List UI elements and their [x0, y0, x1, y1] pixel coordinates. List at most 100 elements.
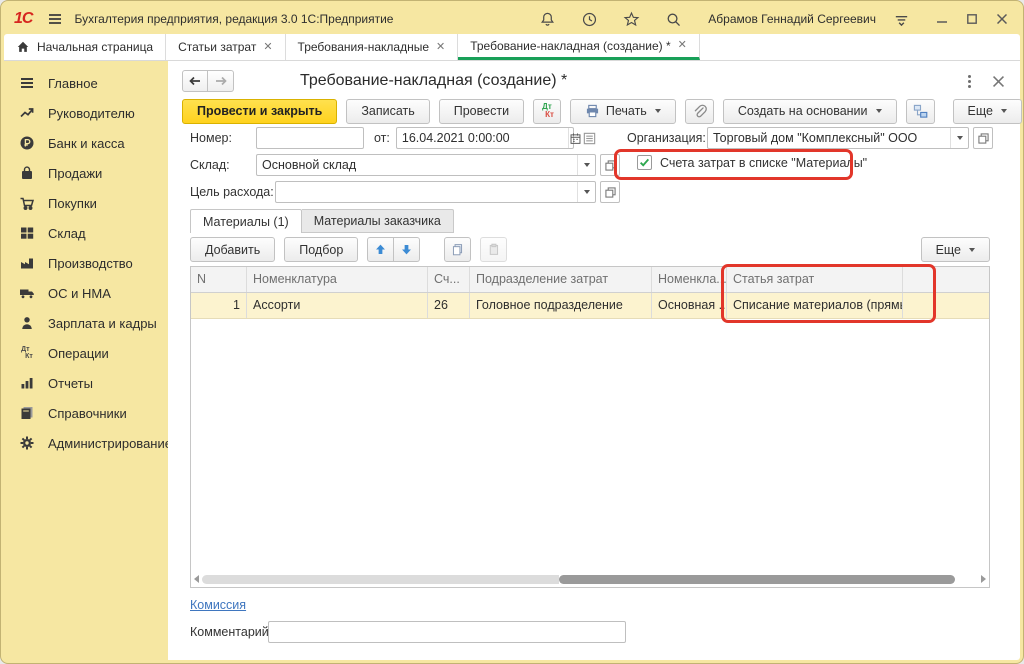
tab-cost-items[interactable]: Статьи затрат ✕ — [166, 34, 285, 60]
col-cost-item: Статья затрат — [727, 267, 903, 292]
tab-customer-materials[interactable]: Материалы заказчика — [302, 209, 454, 233]
copy-rows-button[interactable] — [444, 237, 471, 262]
commission-link[interactable]: Комиссия — [190, 598, 246, 612]
sidebar-item-purchases[interactable]: Покупки — [4, 188, 168, 218]
table-more-button[interactable]: Еще — [921, 237, 990, 262]
chevron-down-icon[interactable] — [577, 182, 595, 202]
sidebar-item-warehouse[interactable]: Склад — [4, 218, 168, 248]
sidebar-item-administration[interactable]: Администрирование — [4, 428, 168, 458]
print-button[interactable]: Печать — [570, 99, 676, 124]
forward-button[interactable] — [208, 70, 234, 92]
chevron-down-icon — [1001, 109, 1007, 113]
number-label: Номер: — [190, 131, 256, 145]
sidebar-item-production[interactable]: Производство — [4, 248, 168, 278]
organization-label: Организация: — [627, 131, 707, 145]
form-title: Требование-накладная (создание) * — [300, 72, 567, 90]
sidebar-item-fixed-assets[interactable]: ОС и НМА — [4, 278, 168, 308]
purpose-input[interactable] — [276, 182, 577, 202]
cell-department[interactable]: Головное подразделение — [470, 293, 652, 318]
tab-requisitions-list[interactable]: Требования-накладные ✕ — [286, 34, 459, 60]
table-row[interactable]: 1 Ассорти 26 Головное подразделение Осно… — [191, 293, 989, 319]
favorites-star-icon[interactable] — [622, 10, 640, 28]
tab-materials[interactable]: Материалы (1) — [190, 209, 302, 233]
cost-accounts-checkbox-label[interactable]: Счета затрат в списке "Материалы" — [660, 156, 867, 170]
move-row-down-button[interactable] — [394, 237, 420, 262]
paste-rows-button[interactable] — [480, 237, 507, 262]
comment-label: Комментарий: — [190, 625, 268, 639]
sidebar-item-manager[interactable]: Руководителю — [4, 98, 168, 128]
document-numbering-icon[interactable] — [582, 131, 597, 146]
sidebar-item-operations[interactable]: ДтКт Операции — [4, 338, 168, 368]
comment-input[interactable] — [268, 621, 626, 643]
tab-requisition-new[interactable]: Требование-накладная (создание) * ✕ — [458, 34, 700, 60]
notifications-bell-icon[interactable] — [538, 10, 556, 28]
cell-cost-item[interactable]: Списание материалов (прямые в НУ) — [727, 293, 903, 318]
chevron-down-icon[interactable] — [950, 128, 968, 148]
history-icon[interactable] — [580, 10, 598, 28]
date-label: от: — [374, 131, 390, 145]
app-window: 1С Бухгалтерия предприятия, редакция 3.0… — [0, 0, 1024, 664]
sidebar-item-directories[interactable]: Справочники — [4, 398, 168, 428]
horizontal-scrollbar[interactable] — [194, 573, 986, 585]
truck-icon — [18, 284, 36, 302]
scroll-right-icon[interactable] — [981, 575, 986, 583]
cell-n[interactable]: 1 — [191, 293, 247, 318]
tab-close-icon[interactable]: ✕ — [263, 42, 272, 53]
tab-bar: Начальная страница Статьи затрат ✕ Требо… — [4, 34, 1020, 61]
sidebar-item-main[interactable]: Главное — [4, 68, 168, 98]
number-input[interactable] — [256, 127, 364, 149]
warehouse-label: Склад: — [190, 158, 256, 172]
minimize-button[interactable] — [934, 11, 950, 27]
attachments-button[interactable] — [685, 99, 714, 124]
cell-nomenclature[interactable]: Ассорти — [247, 293, 428, 318]
printer-icon — [585, 104, 600, 118]
organization-input[interactable] — [708, 128, 950, 148]
chevron-down-icon — [655, 109, 661, 113]
move-row-up-button[interactable] — [367, 237, 394, 262]
tab-close-icon[interactable]: ✕ — [436, 42, 445, 53]
scrollbar-thumb[interactable] — [559, 575, 955, 584]
date-input[interactable] — [397, 128, 568, 148]
sidebar-item-sales[interactable]: Продажи — [4, 158, 168, 188]
close-window-button[interactable] — [994, 11, 1010, 27]
paperclip-icon — [692, 104, 707, 119]
tab-home[interactable]: Начальная страница — [4, 34, 166, 60]
maximize-button[interactable] — [964, 11, 980, 27]
calendar-icon[interactable] — [568, 128, 582, 148]
open-organization-icon[interactable] — [973, 127, 993, 149]
tab-close-icon[interactable]: ✕ — [678, 40, 687, 51]
post-and-close-button[interactable]: Провести и закрыть — [182, 99, 337, 124]
sidebar-item-bank-cash[interactable]: Банк и касса — [4, 128, 168, 158]
more-menu-dots-icon[interactable] — [968, 75, 971, 88]
sidebar-item-salary-hr[interactable]: Зарплата и кадры — [4, 308, 168, 338]
chevron-down-icon — [876, 109, 882, 113]
cell-account[interactable]: 26 — [428, 293, 470, 318]
related-documents-button[interactable] — [906, 99, 935, 124]
pick-button[interactable]: Подбор — [284, 237, 358, 262]
open-warehouse-icon[interactable] — [600, 154, 620, 176]
post-button[interactable]: Провести — [439, 99, 524, 124]
warehouse-input[interactable] — [257, 155, 577, 175]
book-icon — [18, 404, 36, 422]
more-button[interactable]: Еще — [953, 99, 1022, 124]
search-icon[interactable] — [664, 10, 682, 28]
trend-icon — [18, 104, 36, 122]
service-settings-icon[interactable] — [892, 10, 910, 28]
main-menu-icon[interactable] — [46, 10, 64, 28]
sidebar-item-reports[interactable]: Отчеты — [4, 368, 168, 398]
add-row-button[interactable]: Добавить — [190, 237, 275, 262]
dtkt-postings-button[interactable]: ДтКт — [533, 99, 561, 124]
back-button[interactable] — [182, 70, 208, 92]
cost-accounts-checkbox[interactable]: Счета затрат в списке "Материалы" — [637, 155, 867, 170]
sidebar: Главное Руководителю Банк и касса Продаж… — [4, 61, 168, 660]
create-based-on-button[interactable]: Создать на основании — [723, 99, 897, 124]
cell-nomen-group[interactable]: Основная ... — [652, 293, 727, 318]
scroll-left-icon[interactable] — [194, 575, 199, 583]
close-form-icon[interactable] — [993, 76, 1004, 87]
open-purpose-icon[interactable] — [600, 181, 620, 203]
tab-label: Начальная страница — [37, 40, 153, 54]
dtkt-icon: ДтКт — [540, 103, 554, 120]
save-button[interactable]: Записать — [346, 99, 429, 124]
chevron-down-icon[interactable] — [577, 155, 595, 175]
checkbox-checked-icon — [637, 155, 652, 170]
